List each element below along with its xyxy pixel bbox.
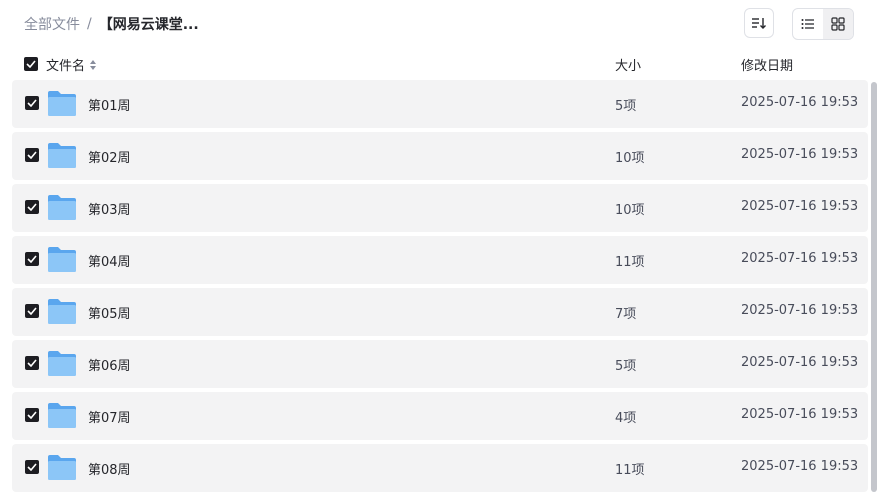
checkmark-icon (26, 60, 36, 68)
file-row[interactable]: 第04周 11项 2025-07-16 19:53 (12, 236, 868, 284)
file-name[interactable]: 第04周 (88, 251, 131, 270)
file-row[interactable]: 第05周 7项 2025-07-16 19:53 (12, 288, 868, 336)
file-row[interactable]: 第07周 4项 2025-07-16 19:53 (12, 392, 868, 440)
file-modified-date: 2025-07-16 19:53 (741, 355, 859, 370)
file-row[interactable]: 第03周 10项 2025-07-16 19:53 (12, 184, 868, 232)
file-modified-date: 2025-07-16 19:53 (741, 407, 859, 422)
folder-icon (48, 351, 76, 376)
table-header: 文件名 大小 修改日期 (12, 52, 868, 76)
row-checkbox[interactable] (25, 252, 39, 266)
row-checkbox[interactable] (25, 200, 39, 214)
list-view-button[interactable] (793, 9, 823, 39)
checkmark-icon (27, 203, 37, 211)
grid-view-icon (831, 17, 845, 31)
folder-icon (48, 247, 76, 272)
file-size: 10项 (615, 151, 645, 166)
folder-icon (48, 455, 76, 480)
file-name[interactable]: 第08周 (88, 459, 131, 478)
checkmark-icon (27, 359, 37, 367)
folder-icon (48, 195, 76, 220)
file-name[interactable]: 第05周 (88, 303, 131, 322)
file-modified-date: 2025-07-16 19:53 (741, 147, 859, 162)
breadcrumb: 全部文件 / 【网易云课堂... (24, 14, 199, 34)
file-name[interactable]: 第02周 (88, 147, 131, 166)
file-modified-date: 2025-07-16 19:53 (741, 303, 859, 318)
file-name[interactable]: 第07周 (88, 407, 131, 426)
list-view-icon (801, 19, 814, 29)
file-size: 4项 (615, 411, 637, 426)
row-checkbox[interactable] (25, 408, 39, 422)
file-name[interactable]: 第06周 (88, 355, 131, 374)
file-size: 5项 (615, 359, 637, 374)
modified-column-header[interactable]: 修改日期 (741, 55, 793, 74)
row-checkbox[interactable] (25, 148, 39, 162)
checkmark-icon (27, 411, 37, 419)
row-checkbox[interactable] (25, 460, 39, 474)
file-row[interactable]: 第08周 11项 2025-07-16 19:53 (12, 444, 868, 492)
view-toggle (792, 8, 854, 40)
sort-button[interactable] (744, 8, 774, 38)
breadcrumb-current[interactable]: 【网易云课堂... (99, 14, 199, 34)
folder-icon (48, 91, 76, 116)
sort-descending-icon (752, 18, 766, 29)
file-size: 10项 (615, 203, 645, 218)
file-name[interactable]: 第01周 (88, 95, 131, 114)
checkmark-icon (27, 255, 37, 263)
breadcrumb-root[interactable]: 全部文件 (24, 14, 80, 34)
file-row[interactable]: 第06周 5项 2025-07-16 19:53 (12, 340, 868, 388)
row-checkbox[interactable] (25, 356, 39, 370)
file-size: 5项 (615, 99, 637, 114)
file-size: 7项 (615, 307, 637, 322)
checkmark-icon (27, 99, 37, 107)
name-column-header[interactable]: 文件名 (46, 55, 97, 74)
name-column-label: 文件名 (46, 59, 86, 74)
scrollbar[interactable] (871, 82, 877, 492)
breadcrumb-separator: / (87, 16, 92, 32)
folder-icon (48, 299, 76, 324)
select-all-checkbox[interactable] (24, 57, 38, 71)
size-column-header[interactable]: 大小 (615, 55, 641, 74)
row-checkbox[interactable] (25, 304, 39, 318)
file-row[interactable]: 第02周 10项 2025-07-16 19:53 (12, 132, 868, 180)
file-modified-date: 2025-07-16 19:53 (741, 459, 859, 474)
checkmark-icon (27, 463, 37, 471)
file-modified-date: 2025-07-16 19:53 (741, 251, 859, 266)
grid-view-button[interactable] (823, 9, 853, 39)
folder-icon (48, 143, 76, 168)
file-list: 第01周 5项 2025-07-16 19:53 第02周 10项 2025-07-16 … (12, 80, 868, 496)
folder-icon (48, 403, 76, 428)
checkmark-icon (27, 307, 37, 315)
file-name[interactable]: 第03周 (88, 199, 131, 218)
sort-toggle-icon[interactable] (89, 59, 97, 71)
row-checkbox[interactable] (25, 96, 39, 110)
file-size: 11项 (615, 463, 645, 478)
file-size: 11项 (615, 255, 645, 270)
file-modified-date: 2025-07-16 19:53 (741, 95, 859, 110)
file-row[interactable]: 第01周 5项 2025-07-16 19:53 (12, 80, 868, 128)
file-modified-date: 2025-07-16 19:53 (741, 199, 859, 214)
checkmark-icon (27, 151, 37, 159)
